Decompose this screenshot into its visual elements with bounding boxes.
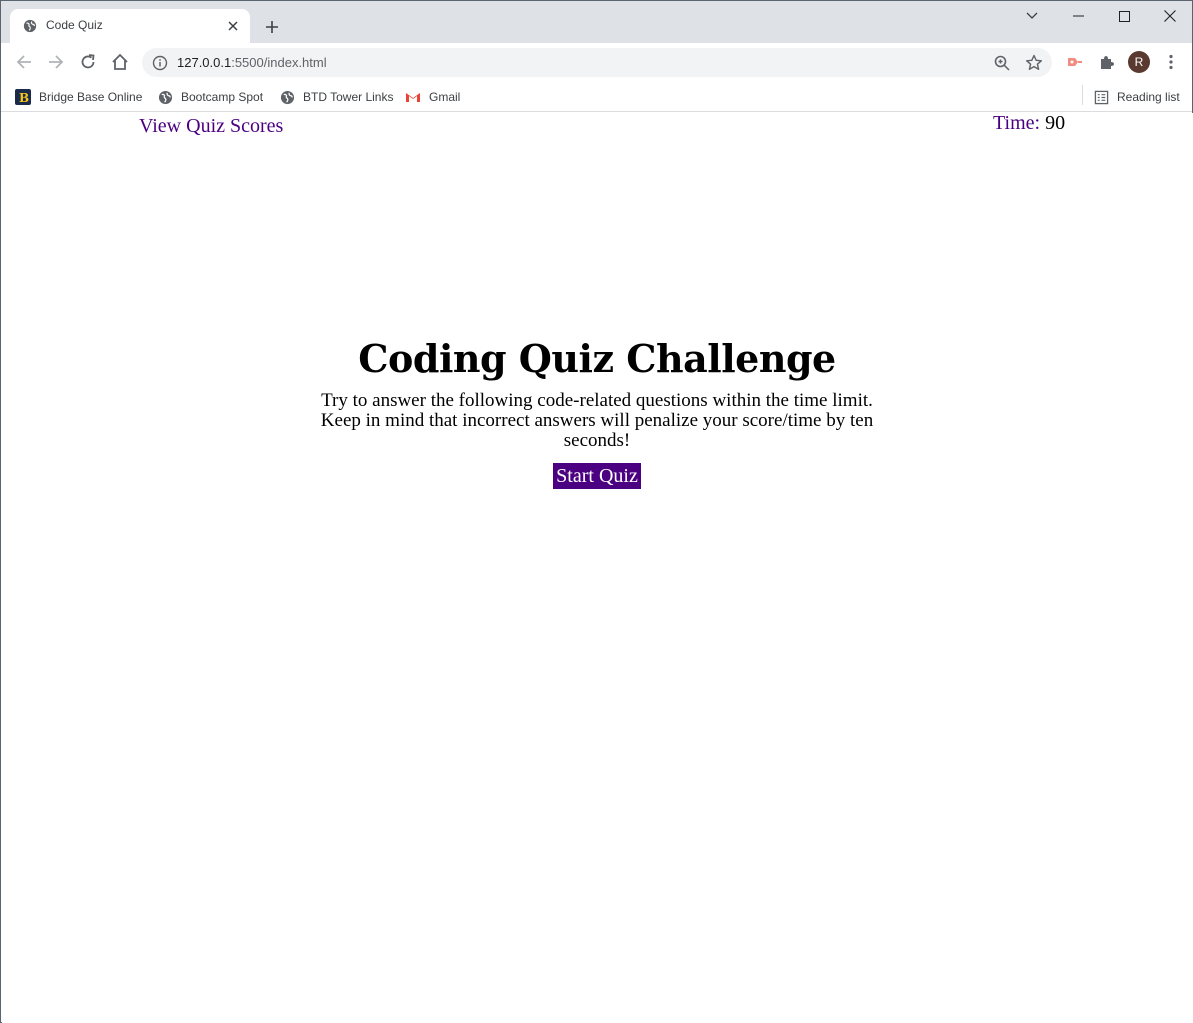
bookmarks-divider — [1082, 85, 1083, 105]
reading-list-label: Reading list — [1117, 90, 1180, 104]
bookmark-btd-tower-links[interactable]: BTD Tower Links — [279, 86, 393, 108]
timer: Time: 90 — [993, 112, 1065, 135]
tab-code-quiz[interactable]: Code Quiz — [10, 9, 250, 43]
bookmark-bridge-base-online[interactable]: B Bridge Base Online — [15, 86, 142, 108]
quiz-description: Try to answer the following code-related… — [320, 390, 874, 451]
quiz-intro: Coding Quiz Challenge Try to answer the … — [297, 335, 897, 489]
reading-list-button[interactable]: Reading list — [1093, 86, 1180, 108]
tab-close-icon[interactable] — [224, 17, 242, 35]
url-host: 127.0.0.1 — [177, 55, 232, 70]
site-info-icon[interactable] — [152, 55, 168, 71]
timer-label: Time: — [993, 112, 1041, 134]
tab-strip: Code Quiz — [1, 1, 1192, 43]
timer-value: 90 — [1045, 112, 1066, 134]
page-title: Coding Quiz Challenge — [358, 336, 836, 381]
view-quiz-scores-link[interactable]: View Quiz Scores — [139, 115, 283, 138]
bookmark-bootcamp-spot[interactable]: Bootcamp Spot — [157, 86, 263, 108]
start-quiz-button[interactable]: Start Quiz — [553, 463, 641, 489]
forward-icon[interactable] — [44, 50, 68, 74]
profile-avatar[interactable]: R — [1128, 51, 1150, 73]
kebab-menu-icon[interactable] — [1159, 50, 1183, 74]
address-bar[interactable]: 127.0.0.1:5500/index.html — [142, 48, 1052, 77]
bridge-base-icon: B — [15, 89, 31, 105]
bookmark-label: Bootcamp Spot — [181, 90, 264, 104]
svg-text:B: B — [19, 91, 29, 105]
close-window-icon[interactable] — [1147, 5, 1193, 27]
extensions-puzzle-icon[interactable] — [1095, 50, 1119, 74]
bookmark-label: Bridge Base Online — [39, 90, 143, 104]
new-tab-icon[interactable] — [260, 15, 284, 39]
globe-icon — [279, 89, 295, 105]
bookmarks-bar: B Bridge Base Online Bootcamp Spot BTD T… — [1, 81, 1192, 112]
bookmark-star-icon[interactable] — [1025, 54, 1043, 72]
page-content: View Quiz Scores Time: 90 Coding Quiz Ch… — [2, 112, 1193, 1023]
home-icon[interactable] — [108, 50, 132, 74]
maximize-icon[interactable] — [1101, 5, 1147, 27]
url-text[interactable]: 127.0.0.1:5500/index.html — [177, 55, 327, 70]
globe-icon — [157, 89, 173, 105]
browser-window: Code Quiz 127.0.0.1:5500/index.html R B … — [0, 0, 1193, 1023]
bookmark-gmail[interactable]: Gmail — [405, 86, 460, 108]
minimize-icon[interactable] — [1055, 5, 1101, 27]
tab-search-chevron-icon[interactable] — [1009, 5, 1055, 27]
back-icon[interactable] — [12, 50, 36, 74]
gmail-icon — [405, 89, 421, 105]
browser-toolbar: 127.0.0.1:5500/index.html R — [1, 43, 1192, 81]
reading-list-icon — [1093, 89, 1109, 105]
bookmark-label: Gmail — [429, 90, 461, 104]
extension-red-icon[interactable] — [1063, 50, 1087, 74]
bookmark-label: BTD Tower Links — [303, 90, 394, 104]
reload-icon[interactable] — [76, 50, 100, 74]
globe-icon — [23, 19, 37, 33]
url-path: :5500/index.html — [231, 55, 327, 70]
zoom-icon[interactable] — [993, 54, 1011, 72]
tab-title: Code Quiz — [46, 18, 103, 32]
